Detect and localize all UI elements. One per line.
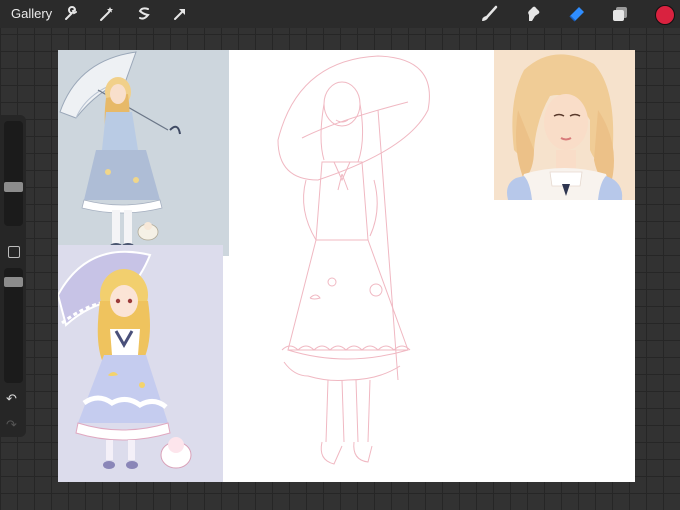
brush-icon[interactable] bbox=[479, 4, 499, 24]
gallery-button[interactable]: Gallery bbox=[11, 6, 52, 21]
layers-icon[interactable] bbox=[610, 4, 630, 24]
reference-image-chibi-with-sheep bbox=[58, 245, 223, 482]
redo-icon[interactable]: ↷ bbox=[6, 417, 17, 433]
magic-wand-icon[interactable] bbox=[96, 4, 116, 24]
drawing-canvas[interactable] bbox=[58, 50, 635, 482]
opacity-handle[interactable] bbox=[4, 277, 23, 287]
wrench-icon[interactable] bbox=[61, 4, 81, 24]
left-sidebar: ↶ ↷ bbox=[1, 115, 26, 437]
pencil-sketch-lolita-girl bbox=[258, 50, 498, 482]
top-toolbar: Gallery bbox=[0, 0, 680, 28]
undo-icon[interactable]: ↶ bbox=[6, 391, 17, 407]
color-picker-swatch[interactable] bbox=[655, 5, 675, 25]
brush-size-slider[interactable] bbox=[4, 121, 23, 226]
transform-arrow-icon[interactable] bbox=[170, 4, 190, 24]
reference-image-full-body-umbrella bbox=[58, 50, 229, 256]
modify-button[interactable] bbox=[8, 246, 20, 258]
brush-size-handle[interactable] bbox=[4, 181, 23, 192]
selection-icon[interactable] bbox=[134, 4, 154, 24]
smudge-icon[interactable] bbox=[523, 4, 543, 24]
eraser-icon[interactable] bbox=[567, 4, 587, 24]
reference-image-portrait bbox=[494, 50, 635, 200]
